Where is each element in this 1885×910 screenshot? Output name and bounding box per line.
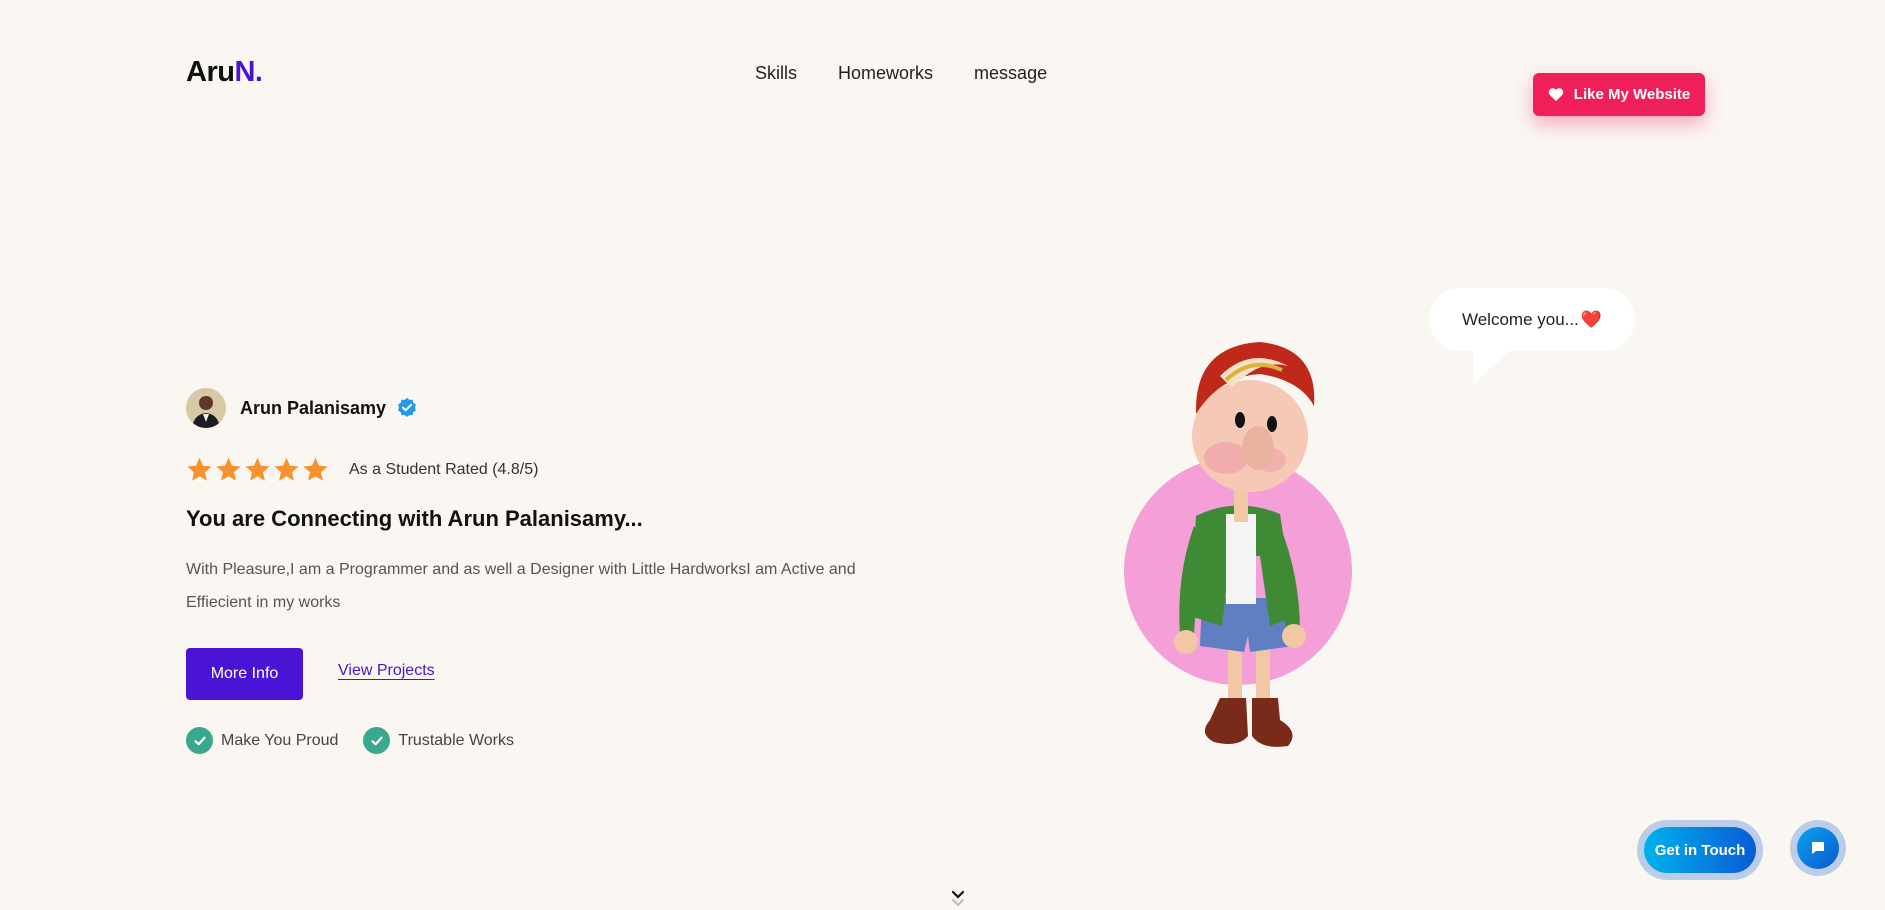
feature-item: Trustable Works <box>363 727 514 754</box>
brand-logo[interactable]: AruN. <box>186 56 263 89</box>
brand-main: Aru <box>186 56 235 88</box>
speech-bubble-tail <box>1473 348 1513 384</box>
nav-item-homeworks[interactable]: Homeworks <box>838 63 933 84</box>
get-in-touch-button[interactable]: Get in Touch <box>1644 827 1756 873</box>
check-icon <box>186 727 213 754</box>
nav-item-message[interactable]: message <box>974 63 1047 84</box>
chat-icon <box>1812 842 1824 854</box>
hero-headline: You are Connecting with Arun Palanisamy.… <box>186 506 643 531</box>
rating-text: As a Student Rated (4.8/5) <box>349 460 539 478</box>
profile-header: Arun Palanisamy <box>186 388 418 428</box>
check-icon <box>363 727 391 754</box>
verified-badge-icon <box>398 397 416 417</box>
view-projects-link[interactable]: View Projects <box>338 662 435 680</box>
feature-list: Make You Proud Trustable Works <box>186 727 514 754</box>
feature-label: Trustable Works <box>398 731 515 749</box>
brand-accent: N. <box>234 56 263 88</box>
like-button-label: Like My Website <box>1573 86 1691 103</box>
like-website-button[interactable]: Like My Website <box>1533 73 1705 116</box>
star-icon <box>303 457 328 481</box>
profile-name: Arun Palanisamy <box>240 397 387 418</box>
heart-icon <box>1548 88 1564 102</box>
scroll-down-icon[interactable] <box>950 888 966 908</box>
hero-description: With Pleasure,I am a Programmer and as w… <box>186 561 856 611</box>
speech-bubble-text: Welcome you... <box>1461 309 1579 329</box>
rating-row: As a Student Rated (4.8/5) <box>186 456 538 483</box>
main-nav: Skills Homeworks message <box>755 63 1047 84</box>
star-icon <box>245 457 270 481</box>
speech-bubble: Welcome you... ❤️ <box>1429 288 1635 351</box>
star-rating <box>186 456 329 483</box>
avatar <box>186 388 226 428</box>
cartoon-character-illustration <box>1124 342 1352 747</box>
star-icon <box>187 457 212 481</box>
more-info-button[interactable]: More Info <box>186 648 303 700</box>
chat-button[interactable] <box>1797 827 1839 869</box>
nav-item-skills[interactable]: Skills <box>755 63 797 84</box>
star-icon <box>274 457 299 481</box>
feature-item: Make You Proud <box>186 727 338 754</box>
heart-emoji-icon: ❤️ <box>1580 309 1602 329</box>
feature-label: Make You Proud <box>221 731 339 749</box>
star-icon <box>216 457 241 481</box>
